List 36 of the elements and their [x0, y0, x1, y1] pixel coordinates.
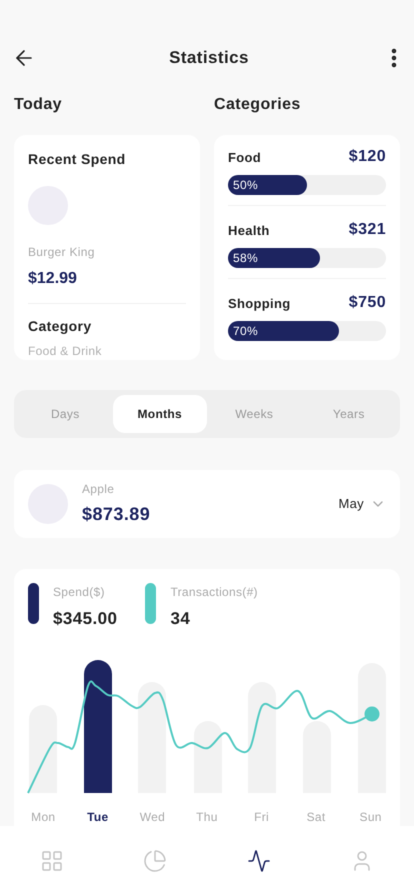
day-label[interactable]: Fri [236, 808, 287, 826]
day-label[interactable]: Thu [182, 808, 232, 826]
period-tab[interactable]: Years [302, 395, 396, 434]
day-label[interactable]: Wed [127, 808, 178, 826]
period-tab[interactable]: Weeks [207, 395, 302, 434]
percent-label: 58% [233, 250, 258, 268]
day-label[interactable]: Tue [72, 808, 123, 826]
pulse-icon[interactable] [246, 849, 271, 873]
category-name: Food [228, 148, 262, 167]
card-title: Recent Spend [28, 150, 127, 170]
category-amount: $120 [348, 147, 386, 168]
day-label[interactable]: Mon [18, 808, 68, 826]
section-heading: Categories [214, 95, 302, 116]
legend-label: Spend($) [53, 584, 106, 600]
spend-amount: $12.99 [28, 269, 78, 290]
legend-label: Transactions(#) [170, 584, 258, 600]
percent-label: 50% [233, 177, 258, 194]
merchant-name: Burger King [28, 244, 96, 262]
percent-label: 70% [233, 323, 258, 340]
page-title: Statistics [169, 46, 249, 69]
period-tab[interactable]: Months [112, 395, 207, 434]
category-amount: $321 [348, 220, 386, 240]
category-amount: $750 [348, 293, 386, 314]
category-name: Health [228, 222, 270, 240]
account-amount: $873.89 [82, 502, 152, 526]
day-label[interactable]: Sat [291, 808, 342, 826]
account-name: Apple [82, 480, 116, 498]
category-name: Shopping [228, 294, 291, 313]
period-tab[interactable]: Days [18, 395, 112, 434]
category-value: Food & Drink [28, 343, 103, 360]
section-heading: Today [14, 95, 63, 116]
category-label: Category [28, 317, 92, 336]
month-dropdown[interactable]: May [338, 494, 386, 514]
day-label[interactable]: Sun [346, 808, 396, 826]
legend-value: 34 [170, 608, 192, 630]
legend-value: $345.00 [53, 608, 118, 630]
